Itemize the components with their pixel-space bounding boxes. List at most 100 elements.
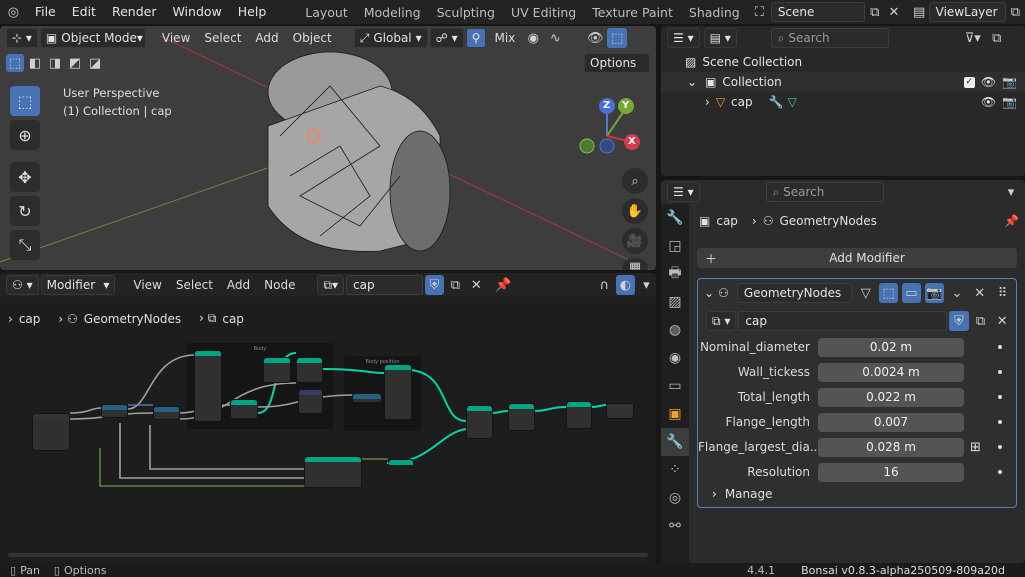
modifier-tab-icon[interactable]: 🔧 bbox=[661, 428, 689, 456]
constraints-tab-icon[interactable]: ⚯ bbox=[661, 512, 689, 540]
snap-target-label[interactable]: Mix bbox=[488, 31, 521, 45]
world-tab-icon[interactable]: ◉ bbox=[661, 344, 689, 372]
breadcrumb-object-label[interactable]: cap bbox=[716, 214, 738, 228]
particles-tab-icon[interactable]: ⁘ bbox=[661, 456, 689, 484]
orientation-dropdown[interactable]: ⤢ Global ▾ bbox=[353, 28, 428, 48]
new-collection-icon[interactable]: ⧉ bbox=[987, 28, 1007, 48]
tab-layout[interactable]: Layout bbox=[297, 0, 356, 24]
keyframe-dot-icon[interactable] bbox=[998, 345, 1002, 349]
filter-icon[interactable]: ⊽▾ bbox=[963, 28, 983, 48]
param-value-field[interactable]: 0.022 m bbox=[818, 387, 964, 407]
attribute-toggle-icon[interactable]: ⊞ bbox=[970, 440, 981, 455]
menu-file[interactable]: File bbox=[27, 0, 64, 24]
node-pos-2[interactable] bbox=[384, 364, 412, 420]
node-body-4[interactable] bbox=[296, 357, 323, 383]
tab-modeling[interactable]: Modeling bbox=[356, 0, 429, 24]
collection-checkbox[interactable]: ✓ bbox=[963, 76, 975, 88]
node-transform[interactable] bbox=[566, 401, 592, 429]
pin-icon[interactable]: 📌 bbox=[1004, 214, 1019, 228]
menu-window[interactable]: Window bbox=[164, 0, 229, 24]
output-tab-icon[interactable]: 🖶 bbox=[661, 260, 689, 288]
param-value-field[interactable]: 0.02 m bbox=[818, 337, 964, 357]
select-intersect-icon[interactable]: ◪ bbox=[86, 54, 104, 72]
edit-mode-toggle-icon[interactable]: ▽ bbox=[856, 283, 875, 303]
add-modifier-button[interactable]: ＋ Add Modifier bbox=[697, 248, 1017, 268]
mode-dropdown[interactable]: ▣ Object Mode ▾ bbox=[39, 28, 146, 48]
outliner-row-scene-collection[interactable]: ▨ Scene Collection bbox=[661, 52, 1025, 72]
tab-shading[interactable]: Shading bbox=[681, 0, 748, 24]
outliner-search[interactable]: ⌕ Search bbox=[770, 28, 889, 48]
properties-editor-type[interactable]: ☰ ▾ bbox=[667, 182, 700, 202]
cage-toggle-icon[interactable]: ⬚ bbox=[879, 283, 898, 303]
snap-dropdown[interactable]: ⚲ bbox=[465, 28, 487, 48]
menu-select[interactable]: Select bbox=[198, 31, 247, 45]
zoom-icon[interactable]: ⌕ bbox=[622, 168, 648, 194]
node-group-field[interactable]: cap bbox=[738, 311, 948, 331]
grid-icon[interactable]: ▦ bbox=[622, 258, 648, 270]
node-group-duplicate-icon[interactable]: ⧉ bbox=[971, 311, 991, 331]
render-toggle-icon[interactable]: 📷 bbox=[924, 283, 944, 303]
node-group-fake-user-icon[interactable]: ⛨ bbox=[949, 311, 969, 331]
menu-help[interactable]: Help bbox=[230, 0, 275, 24]
mesh-data-icon[interactable]: ▽ bbox=[788, 95, 797, 109]
modifier-wrench-icon[interactable]: 🔧 bbox=[769, 95, 784, 109]
camera-icon[interactable]: 🎥 bbox=[622, 228, 648, 254]
node-bottom-small[interactable] bbox=[388, 459, 414, 465]
breadcrumb-modifier-label[interactable]: GeometryNodes bbox=[780, 214, 877, 228]
keyframe-dot-icon[interactable] bbox=[998, 445, 1002, 449]
node-pos-1[interactable] bbox=[352, 393, 382, 403]
expand-chevron-icon[interactable]: ⌄ bbox=[687, 75, 697, 89]
cursor-tool-icon[interactable]: ⊕ bbox=[10, 120, 40, 150]
view-layer-field[interactable]: ViewLayer bbox=[928, 2, 1006, 22]
node-editor-scrollbar[interactable] bbox=[8, 553, 648, 557]
gizmo-toggle-icon[interactable]: ⬚ bbox=[607, 28, 628, 48]
properties-search[interactable]: ⌕ Search bbox=[765, 182, 884, 202]
menu-edit[interactable]: Edit bbox=[64, 0, 104, 24]
modifier-name-field[interactable]: GeometryNodes bbox=[736, 283, 853, 303]
properties-options-icon[interactable]: ▾ bbox=[1001, 182, 1021, 202]
keyframe-dot-icon[interactable] bbox=[998, 470, 1002, 474]
view-layer-tab-icon[interactable]: ▨ bbox=[661, 288, 689, 316]
menu-add[interactable]: Add bbox=[249, 31, 284, 45]
object-visibility-icon[interactable]: 👁 bbox=[981, 95, 996, 109]
tool-tab-icon[interactable]: 🔧 bbox=[661, 204, 689, 232]
node-math-2[interactable] bbox=[153, 406, 180, 420]
expand-chevron-icon[interactable]: › bbox=[705, 95, 710, 109]
param-value-field[interactable]: 0.0024 m bbox=[818, 362, 964, 382]
editor-type-dropdown[interactable]: ⊹ ▾ bbox=[6, 28, 38, 48]
scene-field[interactable]: Scene bbox=[770, 2, 866, 22]
delete-scene-icon[interactable]: ✕ bbox=[884, 2, 903, 22]
physics-tab-icon[interactable]: ◎ bbox=[661, 484, 689, 512]
outliner-display-mode[interactable]: ▤ ▾ bbox=[703, 28, 737, 48]
node-body-2[interactable] bbox=[230, 399, 258, 419]
keyframe-dot-icon[interactable] bbox=[998, 420, 1002, 424]
select-invert-icon[interactable]: ◩ bbox=[66, 54, 84, 72]
object-render-icon[interactable]: 📷 bbox=[1002, 95, 1017, 109]
render-tab-icon[interactable]: ◲ bbox=[661, 232, 689, 260]
manage-subpanel[interactable]: › Manage bbox=[712, 487, 772, 501]
collection-visibility-icon[interactable]: 👁 bbox=[981, 75, 996, 89]
node-join-2[interactable] bbox=[508, 403, 535, 431]
scale-tool-icon[interactable]: ⤡ bbox=[10, 230, 40, 260]
collection-render-icon[interactable]: 📷 bbox=[1002, 75, 1017, 89]
tab-uv-editing[interactable]: UV Editing bbox=[503, 0, 584, 24]
drag-handle-icon[interactable]: ⠿ bbox=[993, 283, 1012, 303]
select-new-icon[interactable]: ⬚ bbox=[6, 54, 24, 72]
node-group-output[interactable] bbox=[606, 403, 634, 419]
collapse-chevron-icon[interactable]: ⌄ bbox=[704, 286, 714, 300]
outliner-row-cap[interactable]: › ▽ cap 🔧 ▽ 👁 📷 bbox=[661, 92, 1025, 112]
3d-viewport[interactable]: ⊹ ▾ ▣ Object Mode ▾ View Select Add Obje… bbox=[0, 26, 656, 270]
pan-hand-icon[interactable]: ✋ bbox=[622, 198, 648, 224]
outliner-row-collection[interactable]: ⌄ ▣ Collection ✓ 👁 📷 bbox=[661, 72, 1025, 92]
visibility-icon[interactable]: 👁 bbox=[585, 28, 605, 48]
node-bottom-group[interactable] bbox=[304, 456, 362, 488]
node-group-browse-dropdown[interactable]: ⧉ ▾ bbox=[706, 311, 737, 331]
param-value-field[interactable]: 0.028 m bbox=[818, 437, 964, 457]
node-math-1[interactable] bbox=[101, 404, 128, 418]
blender-logo-icon[interactable]: ◎ bbox=[0, 2, 27, 22]
collection-tab-icon[interactable]: ▭ bbox=[661, 372, 689, 400]
object-tab-icon[interactable]: ▣ bbox=[661, 400, 689, 428]
menu-object[interactable]: Object bbox=[287, 31, 338, 45]
view-layer-icon[interactable]: ▤ bbox=[910, 2, 929, 22]
proportional-edit-icon[interactable]: ◉ bbox=[523, 28, 543, 48]
